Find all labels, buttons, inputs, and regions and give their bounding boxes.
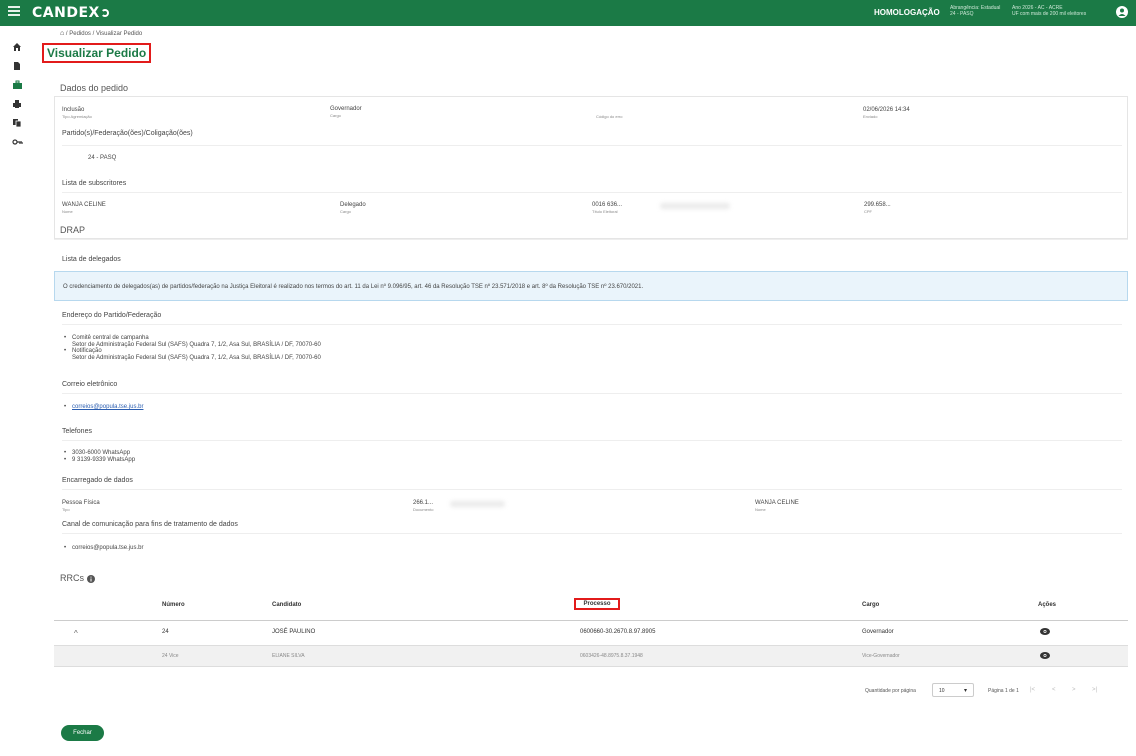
prev-page-button[interactable]: < <box>1052 687 1056 693</box>
correio-list: correios@popula.tse.jus.br <box>64 404 143 411</box>
breadcrumb: ⌂ / Pedidos / Visualizar Pedido <box>60 30 143 37</box>
copy-icon[interactable] <box>10 116 24 130</box>
encarregado-nome: WANJA CELINE Nome <box>755 500 799 512</box>
breadcrumb-pedidos[interactable]: Pedidos <box>69 31 91 37</box>
divider <box>62 533 1122 534</box>
row-cargo: Governador <box>862 629 894 635</box>
row-numero: 24 Vice <box>162 653 179 659</box>
endereco-item: Comitê central de campanhaSetor de Admin… <box>64 335 321 348</box>
partidos-heading: Partido(s)/Federação(ões)/Coligação(ões) <box>62 130 193 137</box>
row-cargo: Vice-Governador <box>862 653 900 659</box>
cargo-field: Governador Cargo <box>330 106 362 118</box>
pedido-field: Inclusão Tipo Agremiação <box>62 107 92 119</box>
breadcrumb-current: Visualizar Pedido <box>95 31 143 37</box>
first-page-button[interactable]: |< <box>1030 687 1035 693</box>
dados-heading: Dados do pedido <box>60 83 129 93</box>
chevron-down-icon: ▾ <box>963 688 967 694</box>
col-processo[interactable]: Processo <box>574 598 620 610</box>
row-processo: 0600660-30.2670.8.97.8905 <box>580 629 656 635</box>
endereco-list: Comitê central de campanhaSetor de Admin… <box>64 335 321 361</box>
canal-heading: Canal de comunicação para fins de tratam… <box>62 521 238 528</box>
key-icon[interactable] <box>10 135 24 149</box>
app-logo[interactable]: CANDEX <box>32 5 109 21</box>
print-icon[interactable] <box>10 97 24 111</box>
row-candidato: JOSÉ PAULINO <box>272 629 316 635</box>
last-page-button[interactable]: >| <box>1092 687 1097 693</box>
divider <box>62 440 1122 441</box>
telefones-list: 3030-6000 WhatsApp 9 3139-9339 WhatsApp <box>64 450 135 463</box>
drap-heading: DRAP <box>60 225 86 235</box>
col-cargo[interactable]: Cargo <box>862 602 879 608</box>
codigo-field: Código do erro <box>596 114 623 119</box>
data-field: 02/06/2026 14:34 Enviado <box>863 107 910 119</box>
divider <box>62 489 1122 490</box>
briefcase-icon[interactable] <box>10 78 24 92</box>
row-numero: 24 <box>162 629 169 635</box>
environment-label: HOMOLOGAÇÃO <box>874 8 940 17</box>
divider <box>62 192 1122 193</box>
canal-list: correios@popula.tse.jus.br <box>64 545 143 552</box>
telefones-heading: Telefones <box>62 428 92 435</box>
info-icon[interactable] <box>86 574 95 583</box>
view-eye-icon[interactable] <box>1040 652 1050 659</box>
view-eye-icon[interactable] <box>1040 628 1050 635</box>
pager-page-text: Página 1 de 1 <box>988 688 1019 694</box>
close-button[interactable]: Fechar <box>61 725 104 741</box>
document-icon[interactable] <box>10 59 24 73</box>
redacted-value <box>660 203 730 209</box>
encarregado-doc: 266.1... Documento <box>413 500 434 512</box>
row-candidato: ELIANE SILVA <box>272 653 305 659</box>
col-acoes: Ações <box>1038 602 1057 608</box>
partido-item: 24 - PASQ <box>88 155 117 161</box>
collapse-toggle-icon[interactable]: ^ <box>74 629 78 638</box>
divider <box>62 145 1122 146</box>
endereco-item: NotificaçãoSetor de Administração Federa… <box>64 348 321 361</box>
menu-icon[interactable] <box>8 6 20 18</box>
next-page-button[interactable]: > <box>1072 687 1076 693</box>
col-numero[interactable]: Número <box>162 602 185 608</box>
subscritor-nome: WANJA CELINE Nome <box>62 202 106 214</box>
sidebar <box>0 26 36 756</box>
row-processo: 0603426-48.8975.8.37.1948 <box>580 653 643 659</box>
scope-info: Abrangência: Estadual 24 - PASQ <box>950 5 1001 17</box>
subscritor-titulo: 0016 636... Título Eleitoral <box>592 202 623 214</box>
delegados-heading: Lista de delegados <box>62 256 121 263</box>
subscritor-cargo: Delegado Cargo <box>340 202 366 214</box>
pager-label: Quantidade por página <box>865 688 916 694</box>
per-page-select[interactable]: 10 ▾ <box>932 683 974 697</box>
redacted-value <box>450 501 505 507</box>
canal-email: correios@popula.tse.jus.br <box>64 545 143 552</box>
divider <box>62 324 1122 325</box>
encarregado-tipo: Pessoa Física Tipo <box>62 500 100 512</box>
election-info: Ano 2026 - AC - ACRE UF com mais de 200 m… <box>1012 5 1087 17</box>
delegados-info-alert: O credenciamento de delegados(as) de par… <box>54 271 1128 301</box>
divider <box>62 393 1122 394</box>
home-icon[interactable] <box>10 40 24 54</box>
endereco-heading: Endereço do Partido/Federação <box>62 312 162 319</box>
subscritores-heading: Lista de subscritores <box>62 180 127 187</box>
divider <box>54 239 1128 240</box>
user-icon[interactable] <box>1116 6 1128 18</box>
rrcs-heading: RRCs <box>60 573 95 583</box>
top-bar: CANDEX HOMOLOGAÇÃO Abrangência: Estadual… <box>0 0 1136 26</box>
encarregado-heading: Encarregado de dados <box>62 477 133 484</box>
breadcrumb-home-icon[interactable]: ⌂ <box>60 30 64 37</box>
dados-box <box>54 96 1128 239</box>
page-title: Visualizar Pedido <box>42 43 152 63</box>
table-header-divider <box>54 620 1128 621</box>
email-link[interactable]: correios@popula.tse.jus.br <box>72 404 143 410</box>
correio-heading: Correio eletrônico <box>62 381 118 388</box>
col-candidato[interactable]: Candidato <box>272 602 301 608</box>
subscritor-cpf: 299.658... CPF <box>864 202 891 214</box>
telefone-item: 9 3139-9339 WhatsApp <box>64 457 135 464</box>
